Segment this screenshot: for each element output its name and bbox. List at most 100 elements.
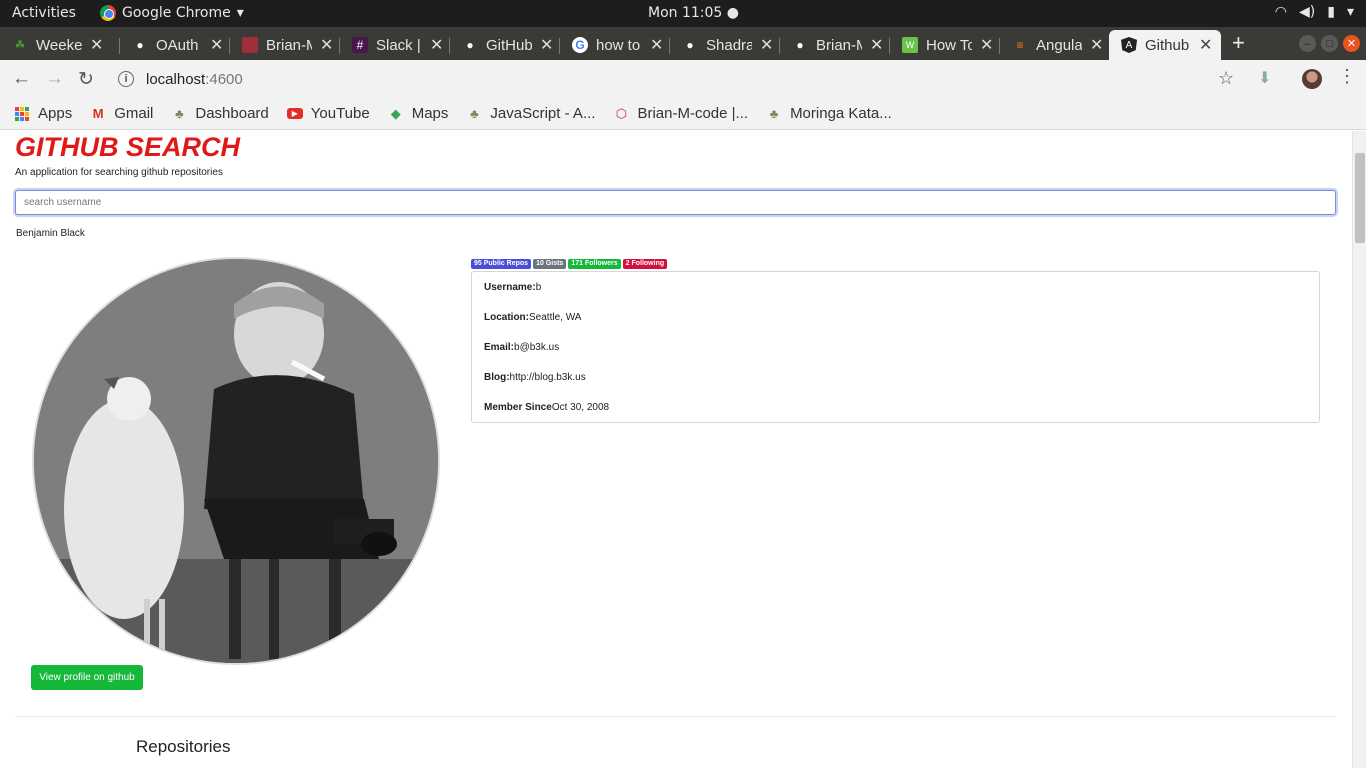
close-icon[interactable]: ✕ bbox=[90, 35, 103, 55]
bookmark-label: Apps bbox=[38, 105, 73, 122]
system-top-bar: Activities Google Chrome ▾ Mon 11:05 ● ◠… bbox=[0, 0, 1366, 27]
tab-favicon-icon bbox=[242, 37, 258, 53]
bookmark-maps[interactable]: ◆ Maps bbox=[388, 105, 449, 122]
tab-title: Slack | bbox=[376, 36, 421, 54]
bookmark-youtube[interactable]: ▶ YouTube bbox=[286, 105, 370, 122]
profile-avatar[interactable] bbox=[1302, 69, 1322, 89]
tab[interactable]: ● Shadrack ✕ bbox=[670, 30, 780, 60]
member-since-label: Member Since bbox=[484, 402, 552, 413]
page-scrollbar[interactable] bbox=[1352, 131, 1366, 768]
email-value: b@b3k.us bbox=[514, 342, 560, 353]
angular-icon: A bbox=[1121, 37, 1137, 53]
close-icon[interactable]: ✕ bbox=[430, 35, 443, 55]
clock[interactable]: Mon 11:05 ● bbox=[648, 5, 739, 21]
battery-icon: ▮ bbox=[1327, 4, 1335, 20]
tab-title: Github bbox=[1145, 36, 1190, 54]
tab[interactable]: ≡ Angular ✕ bbox=[1000, 30, 1110, 60]
system-tray[interactable]: ◠ ◀) ▮ ▾ bbox=[1275, 4, 1354, 20]
download-icon[interactable]: ⬇ bbox=[1258, 68, 1271, 88]
bookmark-javascript[interactable]: ♣ JavaScript - A... bbox=[466, 105, 595, 122]
close-icon[interactable]: ✕ bbox=[540, 35, 553, 55]
bookmark-star-icon[interactable]: ☆ bbox=[1218, 68, 1234, 89]
user-full-name: Benjamin Black bbox=[16, 228, 85, 239]
bookmark-brian-m-code[interactable]: ⬡ Brian-M-code |... bbox=[613, 105, 748, 122]
bookmark-apps[interactable]: Apps bbox=[14, 105, 72, 122]
view-profile-button[interactable]: View profile on github bbox=[31, 665, 143, 690]
tab[interactable]: ☘ Weekend ✕ bbox=[0, 30, 120, 60]
app-menu[interactable]: Google Chrome ▾ bbox=[100, 5, 244, 21]
youtube-icon: ▶ bbox=[286, 108, 303, 119]
tab[interactable]: ● OAuth ✕ bbox=[120, 30, 230, 60]
tab-active[interactable]: A Github ✕ bbox=[1109, 30, 1221, 60]
close-icon[interactable]: ✕ bbox=[1199, 35, 1212, 55]
email-row: Email:b@b3k.us bbox=[484, 342, 559, 353]
slack-icon: # bbox=[352, 37, 368, 53]
close-window-icon[interactable]: ✕ bbox=[1343, 35, 1360, 52]
close-icon[interactable]: ✕ bbox=[650, 35, 663, 55]
public-repos-badge: 95 Public Repos bbox=[471, 259, 532, 269]
section-divider bbox=[15, 716, 1336, 717]
bookmark-gmail[interactable]: M Gmail bbox=[90, 105, 154, 122]
bookmark-label: Moringa Kata... bbox=[790, 105, 892, 122]
tree-icon: ♣ bbox=[769, 106, 779, 121]
tab[interactable]: ● GitHub ✕ bbox=[450, 30, 560, 60]
url-host: localhost bbox=[146, 70, 206, 88]
browser-toolbar: ← → ↻ i localhost:4600 ☆ ⬇ ⋮ bbox=[0, 60, 1366, 98]
tab-strip: ☘ Weekend ✕ ● OAuth ✕ Brian-M ✕ # Slack … bbox=[0, 27, 1366, 60]
back-arrow-icon[interactable]: ← bbox=[12, 68, 31, 90]
username-label: Username: bbox=[484, 282, 536, 293]
window-controls: – □ ✕ bbox=[1299, 35, 1360, 52]
chevron-down-icon: ▾ bbox=[236, 5, 244, 21]
bookmark-dashboard[interactable]: ♣ Dashboard bbox=[171, 105, 269, 122]
activities-button[interactable]: Activities bbox=[12, 5, 76, 21]
bookmark-label: Brian-M-code |... bbox=[637, 105, 749, 122]
forward-arrow-icon[interactable]: → bbox=[45, 68, 64, 90]
app-title: GITHUB SEARCH bbox=[15, 132, 241, 162]
avatar bbox=[32, 257, 440, 665]
search-username-input[interactable] bbox=[15, 190, 1336, 215]
google-icon: G bbox=[572, 37, 588, 53]
tab[interactable]: G how to ✕ bbox=[560, 30, 670, 60]
page-content: GITHUB SEARCH An application for searchi… bbox=[0, 131, 1352, 768]
tree-icon: ♣ bbox=[175, 106, 184, 121]
bookmark-label: YouTube bbox=[310, 105, 370, 122]
tab-favicon-icon: ☘ bbox=[14, 38, 26, 52]
tab-title: Brian-M bbox=[266, 36, 312, 54]
tab-favicon-icon: W bbox=[902, 37, 918, 53]
tab[interactable]: Brian-M ✕ bbox=[230, 30, 340, 60]
bookmark-label: Maps bbox=[411, 105, 449, 122]
app-subtitle: An application for searching github repo… bbox=[15, 167, 223, 178]
menu-dots-icon[interactable]: ⋮ bbox=[1338, 66, 1356, 87]
close-icon[interactable]: ✕ bbox=[210, 35, 223, 55]
close-icon[interactable]: ✕ bbox=[760, 35, 773, 55]
minimize-icon[interactable]: – bbox=[1299, 35, 1316, 52]
tab[interactable]: # Slack | ✕ bbox=[340, 30, 450, 60]
apps-grid-icon bbox=[14, 106, 30, 122]
maximize-icon[interactable]: □ bbox=[1321, 35, 1338, 52]
scrollbar-thumb[interactable] bbox=[1355, 153, 1365, 243]
tab[interactable]: ● Brian-M ✕ bbox=[780, 30, 890, 60]
address-bar[interactable]: i localhost:4600 bbox=[108, 65, 1248, 93]
github-icon: ● bbox=[466, 38, 474, 52]
close-icon[interactable]: ✕ bbox=[980, 35, 993, 55]
github-icon: ● bbox=[686, 38, 694, 52]
bookmark-label: Dashboard bbox=[195, 105, 269, 122]
bookmark-moringa[interactable]: ♣ Moringa Kata... bbox=[766, 105, 892, 122]
profile-photo-illustration bbox=[34, 259, 438, 663]
close-icon[interactable]: ✕ bbox=[1090, 35, 1103, 55]
tree-icon: ♣ bbox=[470, 106, 479, 121]
close-icon[interactable]: ✕ bbox=[870, 35, 883, 55]
github-icon: ● bbox=[796, 38, 804, 52]
bookmarks-bar: Apps M Gmail ♣ Dashboard ▶ YouTube ◆ Map… bbox=[0, 98, 1366, 130]
profile-details-card: Username:b Location:Seattle, WA Email:b@… bbox=[471, 271, 1320, 423]
new-tab-button[interactable]: + bbox=[1232, 30, 1245, 56]
username-value: b bbox=[535, 282, 542, 293]
followers-badge: 171 Followers bbox=[568, 259, 621, 269]
tab-favicon-icon: ≡ bbox=[1016, 38, 1024, 52]
info-icon[interactable]: i bbox=[118, 71, 134, 87]
close-icon[interactable]: ✕ bbox=[320, 35, 333, 55]
reload-icon[interactable]: ↻ bbox=[78, 68, 94, 91]
member-since-value: Oct 30, 2008 bbox=[551, 402, 610, 413]
tab[interactable]: W How To ✕ bbox=[890, 30, 1000, 60]
member-since-row: Member SinceOct 30, 2008 bbox=[484, 402, 609, 413]
